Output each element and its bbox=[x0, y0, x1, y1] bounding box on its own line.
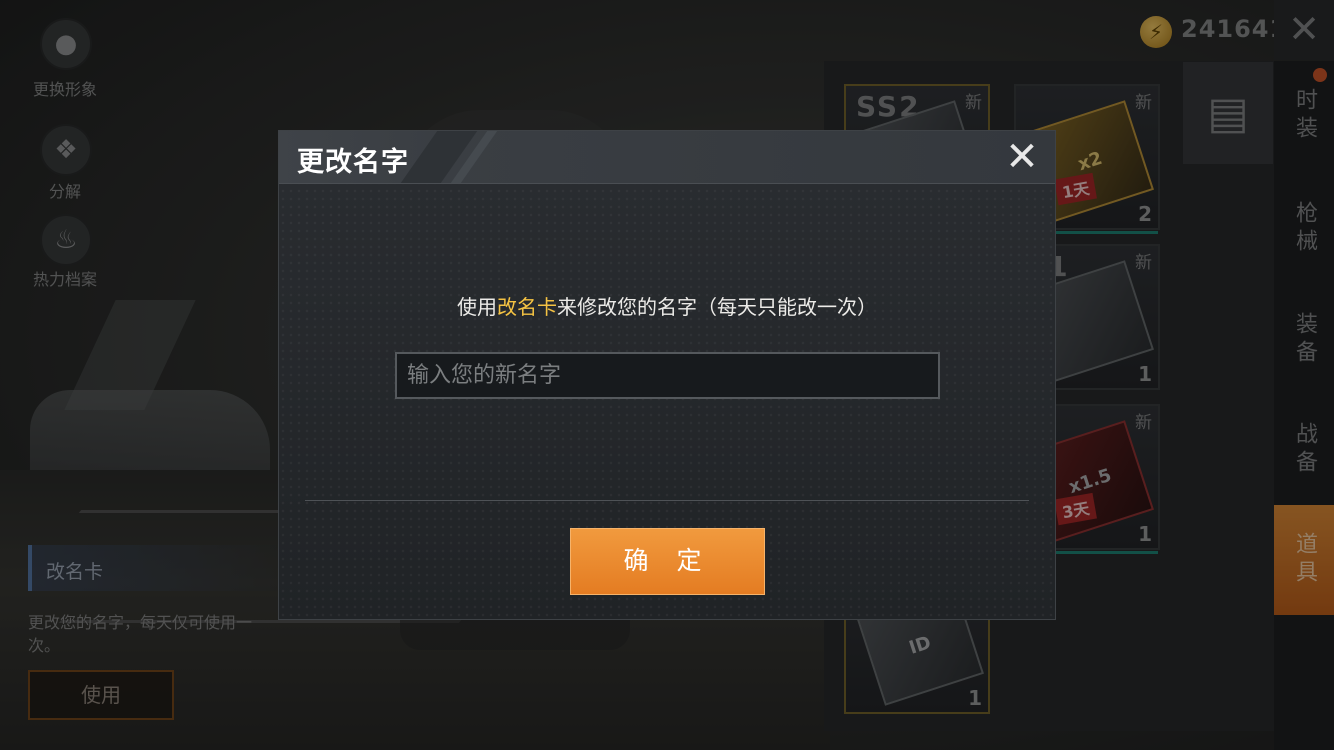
confirm-button[interactable]: 确 定 bbox=[570, 528, 765, 595]
new-name-input[interactable] bbox=[395, 352, 940, 399]
close-icon[interactable]: ✕ bbox=[997, 135, 1047, 181]
rename-dialog: 更改名字 ✕ 使用改名卡来修改您的名字（每天只能改一次） 确 定 bbox=[278, 130, 1056, 620]
prompt-text: 使用 bbox=[457, 295, 497, 319]
prompt-text: 来修改您的名字（每天只能改一次） bbox=[557, 295, 877, 319]
divider bbox=[305, 500, 1029, 501]
rename-card-highlight: 改名卡 bbox=[497, 295, 557, 319]
dialog-title: 更改名字 bbox=[297, 147, 409, 178]
rename-prompt: 使用改名卡来修改您的名字（每天只能改一次） bbox=[279, 291, 1055, 320]
dialog-header: 更改名字 ✕ bbox=[279, 131, 1055, 184]
